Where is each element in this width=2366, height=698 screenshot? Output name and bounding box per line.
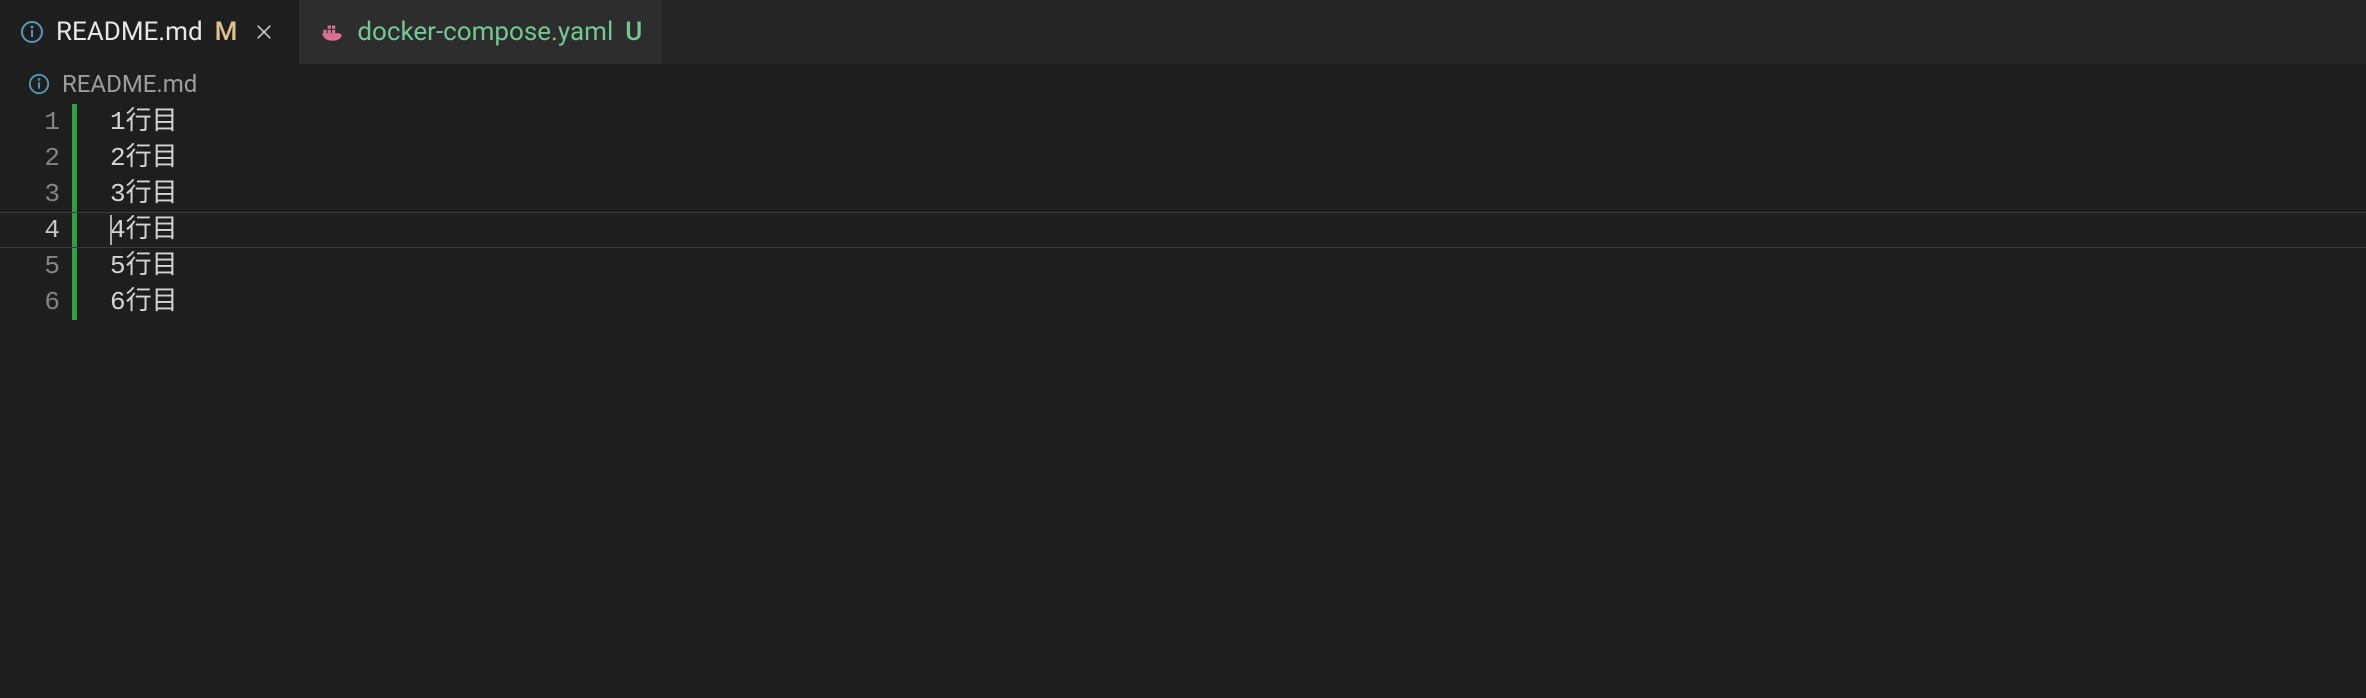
code-line[interactable]: 4行目: [110, 212, 2366, 248]
code-line[interactable]: 6行目: [110, 284, 2366, 320]
code-line[interactable]: 2行目: [110, 140, 2366, 176]
gutter: 123456: [0, 104, 70, 320]
text-cursor: [110, 215, 112, 245]
editor[interactable]: 123456 1行目2行目3行目4行目5行目6行目: [0, 104, 2366, 698]
info-icon: [28, 73, 50, 95]
line-number: 3: [0, 176, 70, 212]
tab-bar: README.md M docker-compose.yaml U: [0, 0, 2366, 64]
line-number: 2: [0, 140, 70, 176]
line-number: 4: [0, 212, 70, 248]
code-line[interactable]: 5行目: [110, 248, 2366, 284]
code-line[interactable]: 1行目: [110, 104, 2366, 140]
diff-added-marker: [72, 104, 77, 320]
breadcrumb[interactable]: README.md: [0, 64, 2366, 104]
tab-label: docker-compose.yaml: [357, 19, 613, 45]
tab-readme[interactable]: README.md M: [0, 0, 299, 64]
git-status-untracked: U: [625, 19, 642, 45]
code-line[interactable]: 3行目: [110, 176, 2366, 212]
tab-label: README.md: [56, 19, 203, 45]
info-icon: [20, 20, 44, 44]
tab-docker-compose[interactable]: docker-compose.yaml U: [299, 0, 662, 64]
line-number: 6: [0, 284, 70, 320]
breadcrumb-label: README.md: [62, 70, 197, 98]
docker-icon: [319, 19, 345, 45]
close-icon[interactable]: [249, 17, 279, 47]
line-number: 1: [0, 104, 70, 140]
code-area[interactable]: 1行目2行目3行目4行目5行目6行目: [110, 104, 2366, 320]
line-number: 5: [0, 248, 70, 284]
git-status-modified: M: [215, 19, 238, 45]
